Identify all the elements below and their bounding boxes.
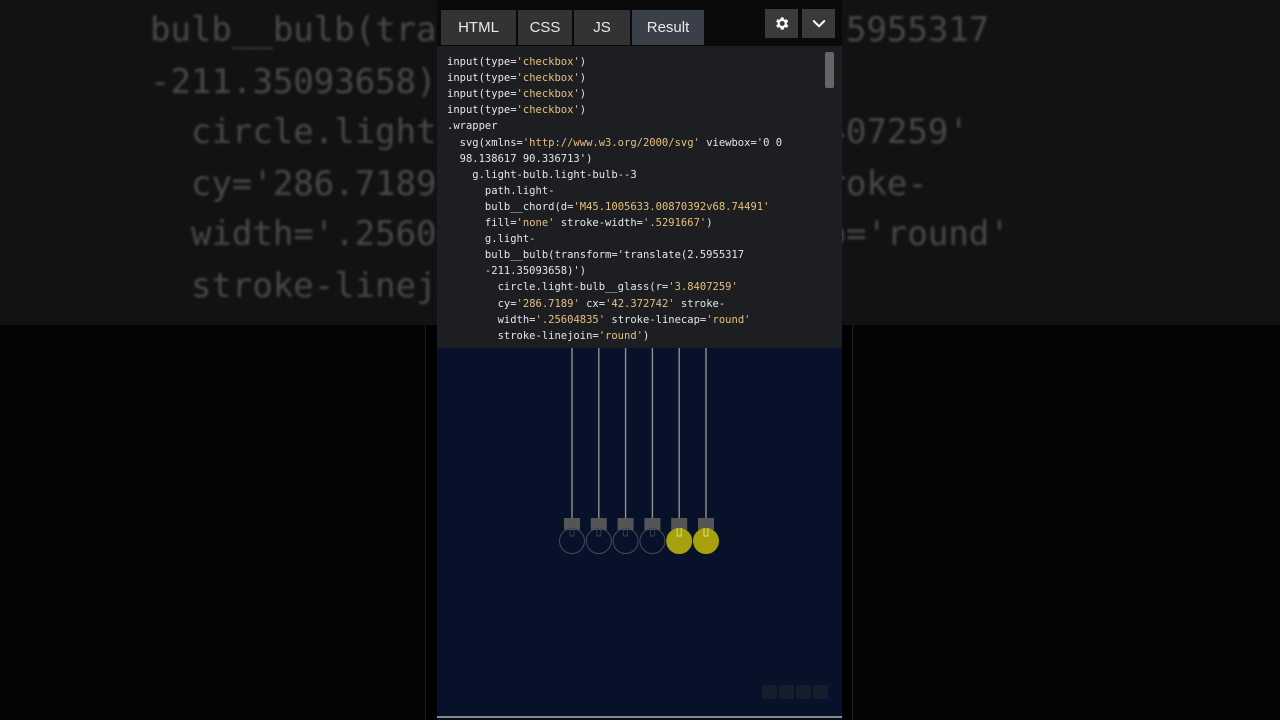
code-line: stroke-linejoin='round') <box>447 329 650 342</box>
code-line: input(type='checkbox') <box>447 88 587 101</box>
control-button[interactable] <box>762 685 777 699</box>
bulb-glass <box>693 528 719 554</box>
light-bulb-4[interactable] <box>639 348 666 554</box>
result-preview <box>437 348 842 716</box>
background-right-panel <box>852 325 1280 720</box>
code-line: input(type='checkbox') <box>447 104 587 117</box>
code-line: bulb__bulb(transform='translate(2.595531… <box>447 249 745 262</box>
code-line: input(type='checkbox') <box>447 56 587 68</box>
code-line: bulb__chord(d='M45.1005633.00870392v68.7… <box>447 200 770 213</box>
chevron-down-icon <box>812 19 825 27</box>
editor-tab-bar: HTML CSS JS Result <box>437 0 842 46</box>
light-bulb-6[interactable] <box>693 348 719 554</box>
control-button[interactable] <box>779 685 794 699</box>
light-bulb-2[interactable] <box>585 348 612 554</box>
light-bulb-svg <box>559 348 719 554</box>
light-bulb-1[interactable] <box>559 348 585 554</box>
code-line: .wrapper <box>447 120 498 133</box>
tab-js[interactable]: JS <box>574 10 630 45</box>
result-controls <box>762 685 828 699</box>
tab-result[interactable]: Result <box>632 10 704 45</box>
bulb-glass <box>585 528 612 554</box>
tab-html[interactable]: HTML <box>441 10 516 45</box>
code-line: -211.35093658)') <box>447 265 587 278</box>
code-line: cy='286.7189' cx='42.372742' stroke- <box>447 297 726 310</box>
light-bulb-5[interactable] <box>666 348 693 554</box>
code-line: 98.138617 90.336713') <box>447 152 593 165</box>
bg-code-line: -211.35093658)') <box>150 62 478 102</box>
code-line: input(type='checkbox') <box>447 72 587 85</box>
background-left-panel <box>0 325 426 720</box>
gear-icon <box>776 17 789 30</box>
light-bulb-3[interactable] <box>612 348 639 554</box>
code-line: svg(xmlns='http://www.w3.org/2000/svg' v… <box>447 136 783 149</box>
collapse-button[interactable] <box>802 9 835 38</box>
bulb-glass <box>666 528 693 554</box>
code-line: g.light-bulb.light-bulb--3 <box>447 168 637 181</box>
code-line: fill='none' stroke-width='.5291667') <box>447 217 713 229</box>
code-line: circle.light-bulb__glass(r='3.8407259' <box>447 281 738 294</box>
codepen-embed: HTML CSS JS Result input(type='checkbox'… <box>437 0 842 720</box>
code-line: path.light- <box>447 184 555 197</box>
bulb-glass <box>639 528 666 554</box>
code-editor-pane[interactable]: input(type='checkbox') input(type='checkb… <box>437 46 842 349</box>
tab-css[interactable]: CSS <box>518 10 572 45</box>
code-line: width='.25604835' stroke-linecap='round' <box>447 313 751 326</box>
code-line: g.light- <box>447 233 536 246</box>
bottom-divider <box>437 716 842 718</box>
control-button[interactable] <box>796 685 811 699</box>
bulb-glass <box>559 528 585 554</box>
control-button[interactable] <box>813 685 828 699</box>
scrollbar-thumb[interactable] <box>825 52 834 88</box>
settings-button[interactable] <box>765 9 798 38</box>
bulb-glass <box>612 528 639 554</box>
